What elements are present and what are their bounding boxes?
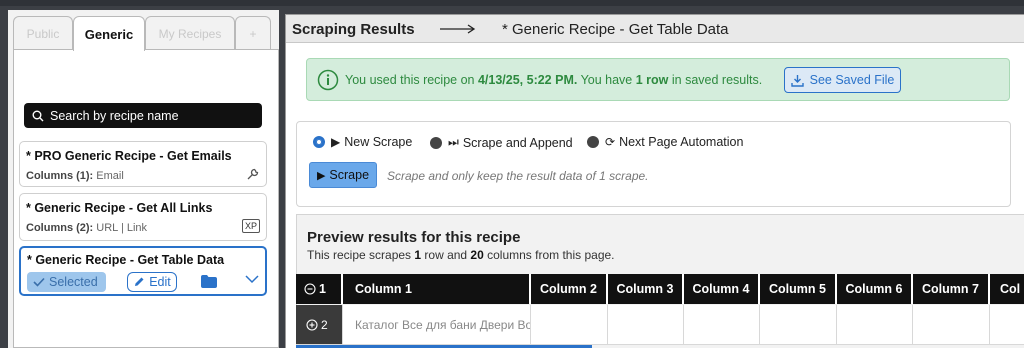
preview-sub-mid: row and (421, 248, 471, 262)
table-cell[interactable] (760, 305, 837, 345)
edit-button[interactable]: Edit (127, 272, 177, 292)
search-icon (32, 110, 44, 121)
play-icon: ▶ (331, 135, 341, 149)
selected-button[interactable]: Selected (27, 272, 106, 292)
scrape-button[interactable]: ▶ Scrape (309, 162, 377, 188)
tab-add[interactable]: + (235, 16, 271, 50)
columns-value: URL | Link (96, 222, 148, 234)
column-header-4[interactable]: Column 4 (684, 274, 760, 304)
results-header: Scraping Results * Generic Recipe - Get … (286, 15, 1024, 43)
preview-cols: 20 (470, 248, 484, 262)
info-alert: You used this recipe on 4/13/25, 5:22 PM… (306, 58, 1010, 101)
browser-top-strip (0, 0, 1024, 6)
chevron-down-icon[interactable] (245, 275, 259, 284)
play-icon: ▶ (316, 169, 326, 182)
row-number-label: 1 (319, 282, 326, 296)
table-cell[interactable] (913, 305, 990, 345)
column-header-6[interactable]: Column 6 (837, 274, 913, 304)
radio-unselected-icon (587, 136, 599, 148)
step-forward-icon: ⏭ (448, 135, 459, 149)
recipe-name: * Generic Recipe - Get Table Data (502, 21, 729, 38)
results-panel: Scraping Results * Generic Recipe - Get … (285, 14, 1024, 348)
column-header-2[interactable]: Column 2 (531, 274, 608, 304)
info-rows: 1 row (635, 73, 669, 87)
scrape-label: Scrape (329, 168, 370, 182)
recipe-card-get-table-data[interactable]: * Generic Recipe - Get Table Data Select… (19, 246, 267, 296)
plus-circle-icon (306, 318, 318, 331)
column-header-7[interactable]: Column 7 (913, 274, 990, 304)
recipe-card-get-emails[interactable]: * PRO Generic Recipe - Get Emails Column… (19, 141, 267, 187)
table-cell[interactable] (990, 305, 1024, 345)
tab-generic[interactable]: Generic (73, 16, 145, 51)
search-placeholder: Search by recipe name (50, 108, 179, 123)
download-icon (790, 74, 804, 87)
info-prefix: You used this recipe on (345, 73, 478, 87)
scrape-append-label: Scrape and Append (462, 135, 573, 150)
preview-sub-suffix: columns from this page. (483, 248, 615, 262)
page-title: Scraping Results (292, 21, 415, 38)
scrape-options: ▶ New Scrape ⏭ Scrape and Append ⟳ Next … (296, 121, 1011, 207)
folder-icon[interactable] (201, 275, 217, 288)
table-cell[interactable]: Каталог Все для бани Двери Во (343, 305, 531, 345)
recipe-card-get-all-links[interactable]: * Generic Recipe - Get All Links Columns… (19, 193, 267, 241)
info-middle: You have (577, 73, 636, 87)
recipe-sidebar: Public Generic My Recipes + Search by re… (8, 10, 279, 348)
wrench-icon[interactable] (246, 167, 260, 181)
selected-label: Selected (49, 275, 98, 289)
scrape-hint: Scrape and only keep the result data of … (387, 169, 649, 183)
radio-next-page-automation[interactable]: ⟳ Next Page Automation (587, 135, 743, 149)
radio-scrape-and-append[interactable]: ⏭ Scrape and Append (430, 135, 573, 150)
recipe-title: * Generic Recipe - Get Table Data (27, 253, 225, 267)
search-input[interactable]: Search by recipe name (24, 103, 262, 128)
columns-label: Columns (2): (26, 222, 94, 234)
row-number-value: 2 (321, 317, 328, 332)
table-row-number[interactable]: 2 (296, 305, 343, 345)
column-header-5[interactable]: Column 5 (760, 274, 837, 304)
table-body: 2 Каталог Все для бани Двери Во (296, 305, 1024, 345)
table-cell[interactable] (837, 305, 913, 345)
next-page-label: Next Page Automation (619, 135, 744, 149)
table-cell[interactable] (608, 305, 684, 345)
see-saved-file-label: See Saved File (809, 73, 895, 87)
table-header: 1 Column 1 Column 2 Column 3 Column 4 Co… (296, 274, 1024, 304)
recipe-list-panel: Search by recipe name * PRO Generic Reci… (13, 49, 279, 348)
recipe-title: * Generic Recipe - Get All Links (26, 201, 213, 215)
check-icon (33, 277, 45, 287)
columns-value: Email (96, 170, 124, 182)
recipe-tabs: Public Generic My Recipes + (13, 16, 277, 51)
arrow-right-icon (440, 24, 476, 34)
column-header-3[interactable]: Column 3 (608, 274, 684, 304)
radio-unselected-icon (430, 136, 442, 149)
header-row-number[interactable]: 1 (296, 274, 343, 304)
new-scrape-label: New Scrape (344, 135, 413, 149)
table-cell[interactable] (531, 305, 608, 345)
radio-new-scrape[interactable]: ▶ New Scrape (313, 135, 412, 149)
refresh-icon: ⟳ (605, 135, 616, 149)
preview-subtext: This recipe scrapes 1 row and 20 columns… (307, 248, 615, 262)
column-header-1[interactable]: Column 1 (343, 274, 531, 304)
column-header-8[interactable]: Col (990, 274, 1024, 304)
recipe-columns: Columns (1): Email (26, 170, 124, 182)
tab-public[interactable]: Public (13, 16, 73, 50)
edit-label: Edit (149, 275, 171, 289)
recipe-columns: Columns (2): URL | Link (26, 222, 147, 234)
info-icon (317, 69, 339, 91)
xp-badge-icon: XP (241, 219, 260, 233)
pencil-icon (135, 277, 144, 286)
recipe-title: * PRO Generic Recipe - Get Emails (26, 149, 232, 163)
see-saved-file-button[interactable]: See Saved File (784, 67, 901, 93)
info-message: You used this recipe on 4/13/25, 5:22 PM… (345, 73, 762, 87)
radio-selected-icon (313, 136, 325, 148)
info-suffix: in saved results. (668, 73, 763, 87)
minus-circle-icon (304, 283, 316, 295)
tab-my-recipes[interactable]: My Recipes (145, 16, 235, 50)
table-cell[interactable] (684, 305, 760, 345)
info-date: 4/13/25, 5:22 PM. (477, 73, 578, 87)
columns-label: Columns (1): (26, 170, 94, 182)
preview-sub-prefix: This recipe scrapes (307, 248, 415, 262)
preview-heading: Preview results for this recipe (307, 229, 521, 246)
